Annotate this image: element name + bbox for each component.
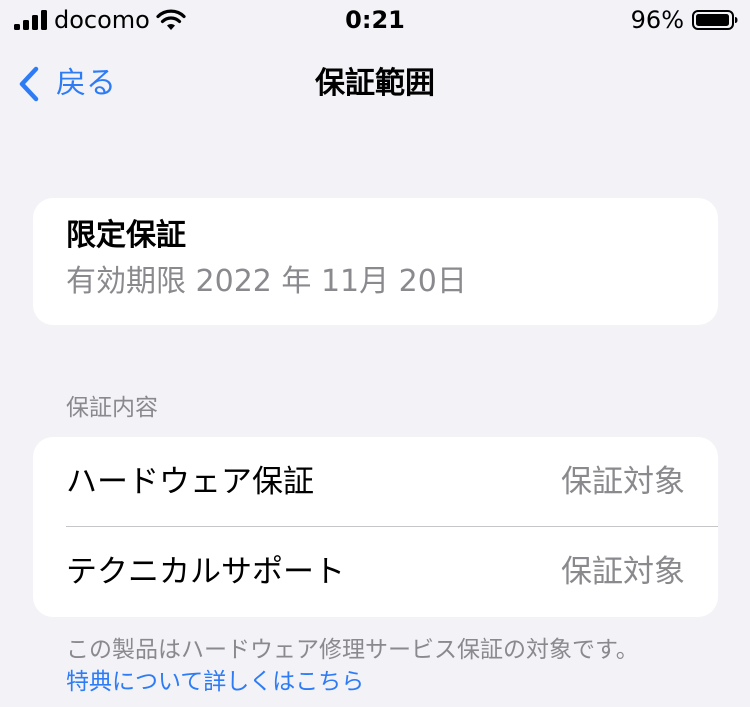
benefits-link[interactable]: 特典について詳しくはこちら bbox=[66, 666, 364, 698]
coverage-row-status: 保証対象 bbox=[561, 554, 685, 590]
status-bar: docomo 0:21 96% bbox=[0, 0, 750, 40]
warranty-title: 限定保証 bbox=[66, 218, 186, 253]
coverage-row-label: ハードウェア保証 bbox=[66, 464, 314, 500]
warranty-expiry: 有効期限 2022 年 11月 20日 bbox=[66, 264, 467, 299]
section-header-coverage: 保証内容 bbox=[66, 395, 158, 421]
page-title: 保証範囲 bbox=[315, 66, 435, 101]
coverage-row-hardware: ハードウェア保証 保証対象 bbox=[33, 437, 718, 527]
battery-icon bbox=[692, 10, 738, 30]
coverage-row-label: テクニカルサポート bbox=[66, 554, 345, 590]
coverage-row-status: 保証対象 bbox=[561, 464, 685, 500]
footer-note: この製品はハードウェア修理サービス保証の対象です。 bbox=[66, 637, 639, 663]
battery-percentage: 96% bbox=[630, 6, 684, 34]
warranty-card: 限定保証 有効期限 2022 年 11月 20日 bbox=[33, 198, 718, 325]
coverage-list: ハードウェア保証 保証対象 テクニカルサポート 保証対象 bbox=[33, 437, 718, 617]
coverage-row-technical-support: テクニカルサポート 保証対象 bbox=[33, 527, 718, 617]
